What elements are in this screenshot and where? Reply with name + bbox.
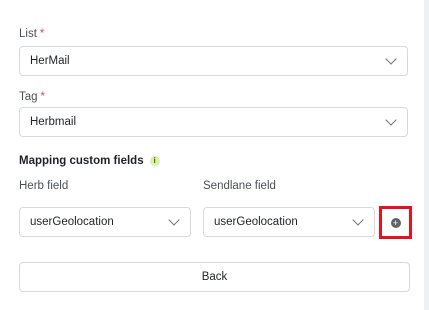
mapping-title-text: Mapping custom fields xyxy=(19,155,144,167)
tag-select-value: Herbmail xyxy=(30,116,77,128)
chevron-down-icon xyxy=(385,114,397,126)
herb-field-select[interactable]: userGeolocation xyxy=(19,207,191,237)
plus-circle-icon[interactable]: + xyxy=(390,217,401,228)
herb-field-value: userGeolocation xyxy=(30,216,114,228)
sendlane-field-label: Sendlane field xyxy=(203,180,276,192)
list-label: List * xyxy=(19,28,44,40)
tag-select[interactable]: Herbmail xyxy=(19,107,408,137)
add-mapping-button[interactable]: + xyxy=(379,206,412,239)
list-select-value: HerMail xyxy=(30,55,70,67)
mapping-section-title: Mapping custom fields i xyxy=(19,155,160,167)
sendlane-field-select[interactable]: userGeolocation xyxy=(203,207,375,237)
herb-field-label: Herb field xyxy=(19,180,69,192)
tag-label: Tag * xyxy=(19,91,45,103)
back-button[interactable]: Back xyxy=(19,262,410,292)
chevron-down-icon xyxy=(168,214,180,226)
list-select[interactable]: HerMail xyxy=(19,46,408,76)
chevron-down-icon xyxy=(352,214,364,226)
required-marker: * xyxy=(39,28,45,40)
list-label-text: List xyxy=(19,28,37,40)
tag-label-text: Tag xyxy=(19,91,38,103)
info-icon[interactable]: i xyxy=(149,156,160,166)
right-edge-panel xyxy=(424,0,429,310)
chevron-down-icon xyxy=(385,53,397,65)
required-marker: * xyxy=(40,91,46,103)
sendlane-field-value: userGeolocation xyxy=(214,216,298,228)
